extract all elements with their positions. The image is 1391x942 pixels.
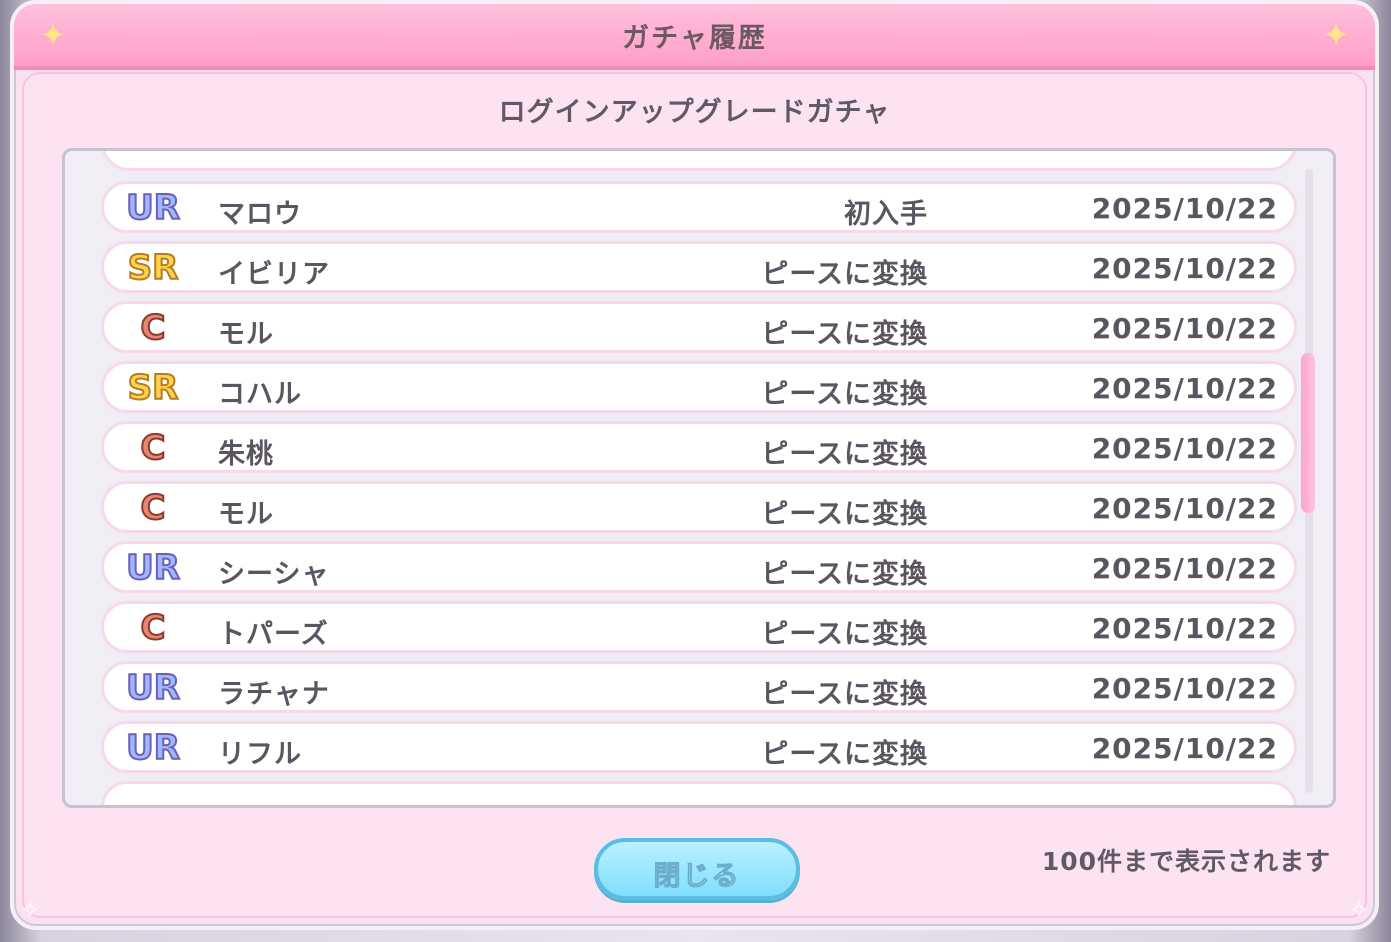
list-item-partial [101, 781, 1297, 805]
acquisition-status: ピースに変換 [761, 259, 928, 290]
history-row: C トパーズ ピースに変換 2025/10/22 [101, 601, 1297, 653]
rarity-badge: UR [125, 547, 181, 589]
pull-date: 2025/10/22 [1091, 372, 1278, 405]
sparkle-icon: ✦ [1322, 16, 1350, 54]
history-row: UR リフル ピースに変換 2025/10/22 [101, 721, 1297, 773]
close-button[interactable]: 閉じる [594, 838, 800, 900]
character-name: モル [218, 499, 274, 530]
pull-date: 2025/10/22 [1091, 492, 1278, 525]
pull-date: 2025/10/22 [1091, 192, 1278, 225]
character-name: マロウ [218, 199, 302, 230]
history-row: UR ラチャナ ピースに変換 2025/10/22 [101, 661, 1297, 713]
acquisition-status: ピースに変換 [761, 559, 928, 590]
history-row: SR コハル ピースに変換 2025/10/22 [101, 361, 1297, 413]
character-name: コハル [218, 379, 302, 410]
rarity-badge: UR [125, 727, 181, 769]
rarity-badge: C [140, 307, 167, 349]
acquisition-status: ピースに変換 [761, 739, 928, 770]
history-list[interactable]: UR マロウ 初入手 2025/10/22 SR イビリア ピースに変換 2025/10/22… [62, 148, 1336, 808]
rarity-badge: C [140, 427, 167, 469]
gacha-name: ログインアップグレードガチャ [498, 97, 891, 128]
character-name: 朱桃 [218, 439, 274, 470]
dialog-header: ✦ ガチャ履歴 ✦ [14, 4, 1375, 70]
acquisition-status: ピースに変換 [761, 319, 928, 350]
character-name: トパーズ [218, 619, 329, 650]
history-row: UR マロウ 初入手 2025/10/22 [101, 181, 1297, 233]
list-item-partial [101, 151, 1297, 171]
display-limit-note: 100件まで表示されます [1041, 847, 1331, 876]
history-row: C 朱桃 ピースに変換 2025/10/22 [101, 421, 1297, 473]
character-name: リフル [218, 739, 302, 770]
acquisition-status: ピースに変換 [761, 439, 928, 470]
rarity-badge: UR [125, 187, 181, 229]
character-name: シーシャ [218, 559, 330, 590]
gacha-history-dialog: ✦ ガチャ履歴 ✦ ログインアップグレードガチャ UR マロウ 初入手 2025/10… [10, 0, 1379, 930]
pull-date: 2025/10/22 [1091, 672, 1278, 705]
history-row: SR イビリア ピースに変換 2025/10/22 [101, 241, 1297, 293]
acquisition-status: ピースに変換 [761, 379, 928, 410]
acquisition-status: ピースに変換 [761, 499, 928, 530]
rarity-badge: UR [125, 667, 181, 709]
rarity-badge: C [140, 487, 167, 529]
scrollbar-thumb[interactable] [1301, 353, 1315, 513]
history-row: UR シーシャ ピースに変換 2025/10/22 [101, 541, 1297, 593]
diamond-sparkle-icon: ✧ [1348, 896, 1370, 924]
history-row: C モル ピースに変換 2025/10/22 [101, 301, 1297, 353]
acquisition-status: 初入手 [844, 199, 928, 230]
character-name: ラチャナ [218, 679, 330, 710]
history-row: C モル ピースに変換 2025/10/22 [101, 481, 1297, 533]
history-rows: UR マロウ 初入手 2025/10/22 SR イビリア ピースに変換 2025/10/22… [101, 181, 1297, 781]
acquisition-status: ピースに変換 [761, 619, 928, 650]
rarity-badge: SR [127, 247, 180, 289]
pull-date: 2025/10/22 [1091, 432, 1278, 465]
pull-date: 2025/10/22 [1091, 612, 1278, 645]
game-screen: ✦ ガチャ履歴 ✦ ログインアップグレードガチャ UR マロウ 初入手 2025/10… [0, 0, 1391, 942]
pull-date: 2025/10/22 [1091, 252, 1278, 285]
rarity-badge: SR [127, 367, 180, 409]
character-name: モル [218, 319, 274, 350]
pull-date: 2025/10/22 [1091, 732, 1278, 765]
acquisition-status: ピースに変換 [761, 679, 928, 710]
diamond-sparkle-icon: ✧ [19, 896, 41, 924]
character-name: イビリア [218, 259, 330, 290]
rarity-badge: C [140, 607, 167, 649]
pull-date: 2025/10/22 [1091, 552, 1278, 585]
close-button-label: 閉じる [653, 861, 741, 893]
dialog-title: ガチャ履歴 [622, 23, 767, 54]
pull-date: 2025/10/22 [1091, 312, 1278, 345]
